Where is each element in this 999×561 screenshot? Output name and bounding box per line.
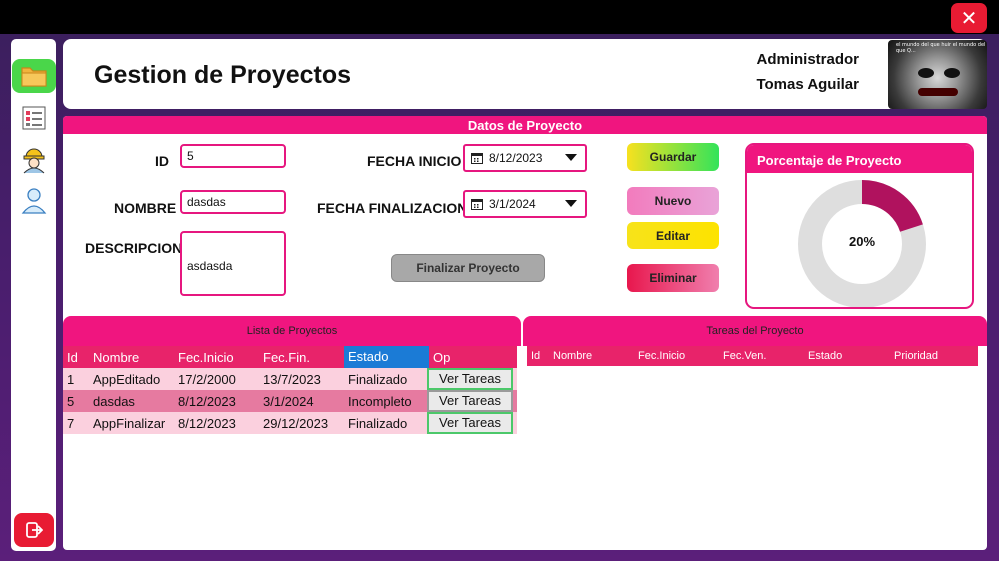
cell-nombre: dasdas (93, 393, 135, 409)
title-bar: ✕ (0, 0, 999, 34)
sidebar-item-projects[interactable] (12, 59, 56, 93)
cell-id: 7 (67, 415, 75, 431)
ver-tareas-button[interactable]: Ver Tareas (427, 412, 513, 434)
col-estado[interactable]: Estado (808, 350, 894, 362)
ver-tareas-button[interactable]: Ver Tareas (427, 368, 513, 390)
sidebar-item-tasks[interactable] (11, 101, 56, 135)
calendar-icon (471, 153, 483, 164)
calendar-icon (471, 199, 483, 210)
section-title: Datos de Proyecto (63, 116, 987, 134)
cell-id: 1 (67, 371, 75, 387)
col-fec-ven[interactable]: Fec.Ven. (723, 350, 808, 362)
editar-button[interactable]: Editar (627, 222, 719, 249)
ver-tareas-button[interactable]: Ver Tareas (427, 390, 513, 412)
cell-id: 5 (67, 393, 75, 409)
descripcion-label: DESCRIPCION (85, 240, 183, 256)
col-nombre[interactable]: Nombre (89, 350, 174, 365)
col-fec-inicio[interactable]: Fec.Inicio (638, 350, 723, 362)
table-row[interactable]: 1 AppEditado 17/2/2000 13/7/2023 Finaliz… (63, 368, 517, 390)
page-header: Gestion de Proyectos Administrador Tomas… (63, 39, 987, 109)
cell-nombre: AppFinalizar (93, 415, 166, 431)
finalizar-proyecto-button[interactable]: Finalizar Proyecto (391, 254, 545, 282)
guardar-button[interactable]: Guardar (627, 143, 719, 171)
logout-button[interactable] (14, 513, 54, 547)
tasks-header-row: Id Nombre Fec.Inicio Fec.Ven. Estado Pri… (527, 346, 978, 366)
sidebar (11, 39, 56, 551)
table-row[interactable]: 7 AppFinalizar 8/12/2023 29/12/2023 Fina… (63, 412, 517, 434)
page-title: Gestion de Proyectos (94, 61, 352, 89)
table-row[interactable]: 5 dasdas 8/12/2023 3/1/2024 Incompleto V… (63, 390, 517, 412)
nuevo-button[interactable]: Nuevo (627, 187, 719, 215)
sidebar-item-users[interactable] (11, 183, 56, 217)
cell-inicio: 17/2/2000 (178, 371, 236, 387)
fecha-inicio-picker[interactable]: 8/12/2023 (463, 144, 587, 172)
progress-label: 20% (848, 234, 876, 249)
col-nombre[interactable]: Nombre (553, 350, 638, 362)
user-icon (21, 188, 46, 214)
close-icon: ✕ (960, 6, 978, 30)
descripcion-field[interactable]: asdasda (180, 231, 286, 296)
progress-card: Porcentaje de Proyecto 20% (745, 143, 974, 309)
cell-fin: 3/1/2024 (263, 393, 314, 409)
fecha-inicio-value: 8/12/2023 (489, 151, 543, 165)
progress-donut: 20% (797, 179, 927, 307)
cell-inicio: 8/12/2023 (178, 415, 236, 431)
id-field[interactable] (180, 144, 286, 168)
chevron-down-icon (565, 154, 577, 161)
nombre-label: NOMBRE (114, 200, 177, 216)
cell-estado: Finalizado (348, 371, 408, 387)
projects-table: Id Nombre Fec.Inicio Fec.Fin. Estado Op … (63, 346, 517, 434)
user-name: Tomas Aguilar (756, 76, 859, 93)
fecha-fin-value: 3/1/2024 (489, 197, 536, 211)
tasks-title: Tareas del Proyecto (523, 316, 987, 346)
col-id[interactable]: Id (527, 350, 553, 362)
col-fec-fin[interactable]: Fec.Fin. (259, 350, 344, 365)
avatar-caption: el mundo del que huir el mundo del que Q… (896, 42, 986, 54)
chevron-down-icon (565, 200, 577, 207)
col-id[interactable]: Id (63, 350, 89, 365)
nombre-field[interactable] (180, 190, 286, 214)
eliminar-button[interactable]: Eliminar (627, 264, 719, 292)
col-estado[interactable]: Estado (344, 346, 429, 368)
fecha-fin-picker[interactable]: 3/1/2024 (463, 190, 587, 218)
col-fec-inicio[interactable]: Fec.Inicio (174, 350, 259, 365)
sidebar-item-workers[interactable] (11, 143, 56, 177)
col-prioridad[interactable]: Prioridad (894, 350, 974, 362)
col-op[interactable]: Op (429, 350, 515, 365)
folder-icon (21, 67, 47, 87)
logout-icon (26, 522, 43, 538)
fecha-inicio-label: FECHA INICIO (367, 153, 462, 169)
projects-header-row: Id Nombre Fec.Inicio Fec.Fin. Estado Op (63, 346, 517, 368)
id-label: ID (155, 153, 169, 169)
fecha-fin-label: FECHA FINALIZACION (317, 200, 468, 216)
cell-inicio: 8/12/2023 (178, 393, 236, 409)
task-list-icon (22, 106, 45, 130)
projects-title: Lista de Proyectos (63, 316, 521, 346)
worker-icon (23, 148, 44, 174)
progress-title: Porcentaje de Proyecto (747, 145, 972, 173)
avatar[interactable]: el mundo del que huir el mundo del que Q… (888, 40, 987, 109)
cell-estado: Incompleto (348, 393, 412, 409)
close-window-button[interactable]: ✕ (951, 3, 987, 33)
main-panel: Datos de Proyecto ID NOMBRE DESCRIPCION … (63, 116, 987, 550)
cell-fin: 29/12/2023 (263, 415, 329, 431)
user-role: Administrador (756, 51, 859, 68)
cell-nombre: AppEditado (93, 371, 161, 387)
cell-estado: Finalizado (348, 415, 408, 431)
cell-fin: 13/7/2023 (263, 371, 321, 387)
